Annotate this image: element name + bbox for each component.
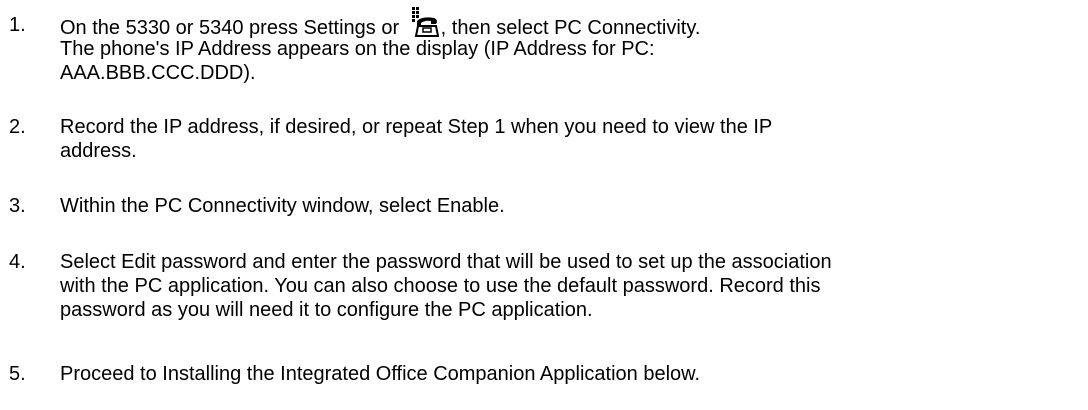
step-line: Select Edit password and enter the passw… — [60, 251, 832, 273]
settings-phone-icon — [406, 7, 439, 37]
step-number: 1. — [9, 14, 26, 36]
step-text-trail: , then select PC Connectivity. — [440, 17, 701, 39]
step-number: 5. — [9, 363, 26, 385]
step-line: On the 5330 or 5340 press Settings or , … — [60, 7, 1085, 39]
step-line: address. — [60, 140, 137, 162]
step-line: Within the PC Connectivity window, selec… — [60, 195, 505, 217]
step-text: On the 5330 or 5340 press Settings or , … — [60, 7, 1085, 85]
step-4: 4. Select Edit password and enter the pa… — [0, 250, 1088, 324]
step-text: Select Edit password and enter the passw… — [60, 250, 1085, 322]
step-line: with the PC application. You can also ch… — [60, 275, 821, 297]
step-text: Record the IP address, if desired, or re… — [60, 115, 1085, 163]
step-5: 5. Proceed to Installing the Integrated … — [0, 362, 1088, 388]
step-line: Record the IP address, if desired, or re… — [60, 116, 773, 138]
step-text-lead: On the 5330 or 5340 press Settings or — [60, 17, 405, 39]
step-line: password as you will need it to configur… — [60, 299, 593, 321]
step-1: 1. On the 5330 or 5340 press Settings or — [0, 7, 1088, 97]
step-text: Within the PC Connectivity window, selec… — [60, 194, 1085, 218]
step-text: Proceed to Installing the Integrated Off… — [60, 362, 1085, 386]
step-line: AAA.BBB.CCC.DDD). — [60, 62, 256, 84]
step-3: 3. Within the PC Connectivity window, se… — [0, 194, 1088, 220]
step-number: 2. — [9, 116, 26, 138]
step-number: 3. — [9, 195, 26, 217]
step-number: 4. — [9, 251, 26, 273]
step-2: 2. Record the IP address, if desired, or… — [0, 115, 1088, 165]
step-line: Proceed to Installing the Integrated Off… — [60, 363, 701, 385]
step-line: The phone's IP Address appears on the di… — [60, 38, 655, 60]
